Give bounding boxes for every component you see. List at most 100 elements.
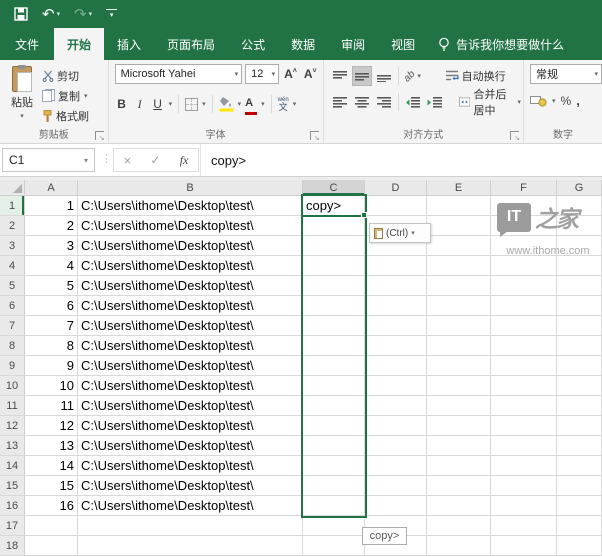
cell-E7[interactable] xyxy=(427,316,491,336)
insert-function-button[interactable]: fx xyxy=(180,153,189,168)
save-button[interactable] xyxy=(14,7,28,21)
cell-E10[interactable] xyxy=(427,376,491,396)
cell-G8[interactable] xyxy=(557,336,602,356)
cell-C9[interactable] xyxy=(303,356,365,376)
name-box[interactable]: C1 ▾ xyxy=(2,148,95,172)
cell-B12[interactable]: C:\Users\ithome\Desktop\test\ xyxy=(78,416,303,436)
cell-D16[interactable] xyxy=(365,496,427,516)
align-bottom-button[interactable] xyxy=(374,66,394,86)
cell-B15[interactable]: C:\Users\ithome\Desktop\test\ xyxy=(78,476,303,496)
column-header-G[interactable]: G xyxy=(557,180,602,196)
enter-button[interactable]: ✓ xyxy=(150,153,160,167)
cell-A14[interactable]: 14 xyxy=(25,456,78,476)
row-header-11[interactable]: 11 xyxy=(0,396,25,416)
row-header-4[interactable]: 4 xyxy=(0,256,25,276)
cell-E18[interactable] xyxy=(427,536,491,556)
column-header-F[interactable]: F xyxy=(491,180,557,196)
cell-C11[interactable] xyxy=(303,396,365,416)
cell-E14[interactable] xyxy=(427,456,491,476)
column-header-D[interactable]: D xyxy=(365,180,427,196)
cell-G17[interactable] xyxy=(557,516,602,536)
cell-A16[interactable]: 16 xyxy=(25,496,78,516)
clipboard-dialog-launcher[interactable] xyxy=(95,131,104,140)
italic-button[interactable]: I xyxy=(133,97,147,112)
cell-B7[interactable]: C:\Users\ithome\Desktop\test\ xyxy=(78,316,303,336)
row-header-5[interactable]: 5 xyxy=(0,276,25,296)
cell-G4[interactable] xyxy=(557,256,602,276)
cell-C2[interactable] xyxy=(303,216,365,236)
cell-E2[interactable] xyxy=(427,216,491,236)
cell-F16[interactable] xyxy=(491,496,557,516)
cell-E5[interactable] xyxy=(427,276,491,296)
cell-B18[interactable] xyxy=(78,536,303,556)
cell-G7[interactable] xyxy=(557,316,602,336)
undo-button[interactable]: ↶▾ xyxy=(42,7,60,22)
cell-D10[interactable] xyxy=(365,376,427,396)
cell-B4[interactable]: C:\Users\ithome\Desktop\test\ xyxy=(78,256,303,276)
cell-E17[interactable] xyxy=(427,516,491,536)
cell-C3[interactable] xyxy=(303,236,365,256)
borders-button[interactable] xyxy=(185,98,198,111)
cell-E8[interactable] xyxy=(427,336,491,356)
tab-file[interactable]: 文件 xyxy=(0,28,54,60)
cell-C4[interactable] xyxy=(303,256,365,276)
wrap-text-button[interactable]: 自动换行 xyxy=(445,68,506,84)
cell-C15[interactable] xyxy=(303,476,365,496)
cell-G6[interactable] xyxy=(557,296,602,316)
cell-C5[interactable] xyxy=(303,276,365,296)
cell-G5[interactable] xyxy=(557,276,602,296)
row-header-7[interactable]: 7 xyxy=(0,316,25,336)
tab-home[interactable]: 开始 xyxy=(54,28,104,60)
cell-E11[interactable] xyxy=(427,396,491,416)
row-header-13[interactable]: 13 xyxy=(0,436,25,456)
redo-button[interactable]: ↷▾ xyxy=(74,7,92,22)
cell-B2[interactable]: C:\Users\ithome\Desktop\test\ xyxy=(78,216,303,236)
row-header-10[interactable]: 10 xyxy=(0,376,25,396)
cell-F13[interactable] xyxy=(491,436,557,456)
cell-C16[interactable] xyxy=(303,496,365,516)
cell-D7[interactable] xyxy=(365,316,427,336)
cell-F4[interactable] xyxy=(491,256,557,276)
cell-D12[interactable] xyxy=(365,416,427,436)
cell-C7[interactable] xyxy=(303,316,365,336)
cell-G18[interactable] xyxy=(557,536,602,556)
cell-F5[interactable] xyxy=(491,276,557,296)
cell-E16[interactable] xyxy=(427,496,491,516)
cell-B9[interactable]: C:\Users\ithome\Desktop\test\ xyxy=(78,356,303,376)
paste-button[interactable]: 粘贴 ▾ xyxy=(4,63,40,125)
select-all-button[interactable] xyxy=(0,180,25,196)
cell-C10[interactable] xyxy=(303,376,365,396)
font-dialog-launcher[interactable] xyxy=(310,131,319,140)
cell-A12[interactable]: 12 xyxy=(25,416,78,436)
cell-G9[interactable] xyxy=(557,356,602,376)
font-size-select[interactable]: 12 ▾ xyxy=(245,64,279,84)
cell-F17[interactable] xyxy=(491,516,557,536)
cell-F10[interactable] xyxy=(491,376,557,396)
cell-C12[interactable] xyxy=(303,416,365,436)
cell-G12[interactable] xyxy=(557,416,602,436)
column-header-B[interactable]: B xyxy=(78,180,303,196)
cell-G13[interactable] xyxy=(557,436,602,456)
cell-D6[interactable] xyxy=(365,296,427,316)
cell-A9[interactable]: 9 xyxy=(25,356,78,376)
cell-B16[interactable]: C:\Users\ithome\Desktop\test\ xyxy=(78,496,303,516)
cell-A5[interactable]: 5 xyxy=(25,276,78,296)
align-top-button[interactable] xyxy=(330,66,350,86)
cell-D15[interactable] xyxy=(365,476,427,496)
cell-C17[interactable] xyxy=(303,516,365,536)
font-name-select[interactable]: Microsoft Yahei ▾ xyxy=(115,64,243,84)
cell-A10[interactable]: 10 xyxy=(25,376,78,396)
row-header-6[interactable]: 6 xyxy=(0,296,25,316)
customize-qat-button[interactable]: ▾ xyxy=(106,9,117,19)
cell-C6[interactable] xyxy=(303,296,365,316)
cell-G10[interactable] xyxy=(557,376,602,396)
cell-E6[interactable] xyxy=(427,296,491,316)
tab-data[interactable]: 数据 xyxy=(278,28,328,60)
tab-page-layout[interactable]: 页面布局 xyxy=(154,28,228,60)
cell-A8[interactable]: 8 xyxy=(25,336,78,356)
row-header-16[interactable]: 16 xyxy=(0,496,25,516)
align-center-button[interactable] xyxy=(352,92,372,112)
bold-button[interactable]: B xyxy=(115,97,129,111)
column-header-C[interactable]: C xyxy=(303,180,365,196)
cell-A17[interactable] xyxy=(25,516,78,536)
